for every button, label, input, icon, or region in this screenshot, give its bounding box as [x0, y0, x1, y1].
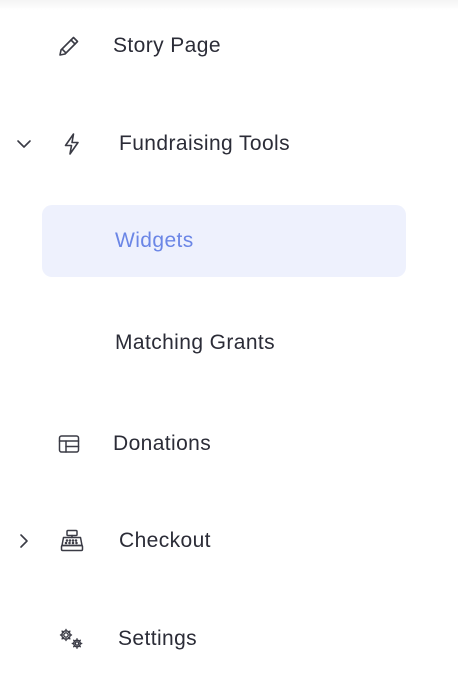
chevron-right-icon[interactable] — [14, 531, 34, 551]
table-icon — [56, 431, 82, 457]
sidebar-item-settings[interactable]: Settings — [0, 615, 458, 663]
sidebar-subitem-label: Matching Grants — [115, 331, 276, 354]
chevron-down-icon[interactable] — [14, 134, 34, 154]
sidebar-item-donations[interactable]: Donations — [0, 420, 458, 468]
top-shadow — [0, 0, 458, 10]
sidebar-item-label: Checkout — [119, 529, 211, 552]
sidebar-subitem-matching-grants[interactable]: Matching Grants — [42, 307, 406, 379]
sidebar-item-label: Settings — [118, 627, 198, 650]
sidebar-item-checkout[interactable]: Checkout — [0, 517, 458, 565]
sidebar-item-fundraising-tools[interactable]: Fundraising Tools — [0, 120, 458, 168]
gears-icon — [57, 626, 87, 652]
sidebar-item-label: Story Page — [113, 34, 221, 57]
sidebar-item-label: Donations — [113, 432, 212, 455]
sidebar-item-story-page[interactable]: Story Page — [0, 22, 458, 70]
pencil-icon — [56, 33, 82, 59]
sidebar-subitem-label: Widgets — [115, 229, 194, 252]
sidebar-item-label: Fundraising Tools — [119, 132, 291, 155]
cash-register-icon — [59, 528, 85, 554]
lightning-icon — [59, 131, 85, 157]
sidebar-subitem-widgets[interactable]: Widgets — [42, 205, 406, 277]
